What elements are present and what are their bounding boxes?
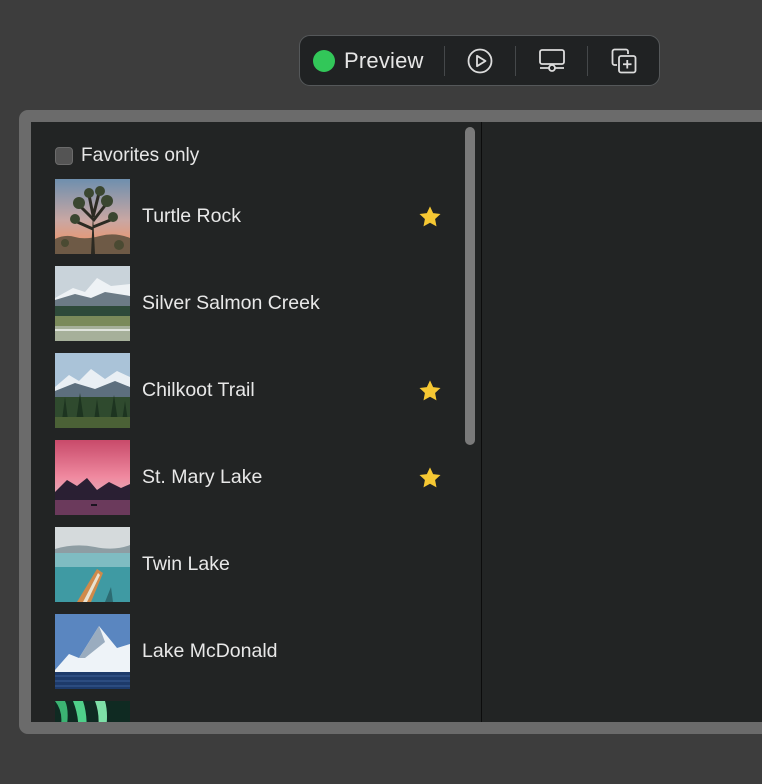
star-icon xyxy=(419,205,441,226)
landmark-name: Silver Salmon Creek xyxy=(142,292,320,314)
landmark-row[interactable]: Twin Lake xyxy=(55,527,445,602)
landmark-name: Turtle Rock xyxy=(142,205,241,227)
landmark-thumbnail xyxy=(55,614,130,689)
landmark-name: Chilkoot Trail xyxy=(142,379,255,401)
landmark-row[interactable]: Chilkoot Trail xyxy=(55,353,445,428)
landmark-row[interactable]: Lake McDonald xyxy=(55,614,445,689)
device-settings-icon xyxy=(538,48,565,72)
landmark-name: St. Mary Lake xyxy=(142,466,263,488)
landmark-detail-pane xyxy=(482,122,762,722)
landmark-row[interactable]: Turtle Rock xyxy=(55,179,445,254)
preview-toolbar: Preview xyxy=(299,35,660,86)
star-icon xyxy=(419,379,441,400)
landmark-row[interactable] xyxy=(55,701,445,722)
favorites-checkbox[interactable] xyxy=(55,147,73,165)
landmark-name: Twin Lake xyxy=(142,553,230,575)
preview-label: Preview xyxy=(344,47,424,73)
preview-on-device-button[interactable] xyxy=(516,36,587,85)
landmark-list-sidebar[interactable]: Favorites only Turtle Rock Silver Salmon… xyxy=(31,122,481,722)
preview-button[interactable]: Preview xyxy=(300,36,444,85)
landmark-thumbnail xyxy=(55,353,130,428)
play-circle-icon xyxy=(467,48,493,73)
live-preview-button[interactable] xyxy=(445,36,516,85)
landmark-thumbnail xyxy=(55,701,130,722)
sidebar-scrollbar[interactable] xyxy=(465,127,475,445)
duplicate-icon xyxy=(611,48,637,73)
duplicate-preview-button[interactable] xyxy=(588,36,659,85)
landmark-thumbnail xyxy=(55,266,130,341)
favorites-only-toggle[interactable]: Favorites only xyxy=(55,144,199,168)
landmark-thumbnail xyxy=(55,179,130,254)
preview-screen: Favorites only Turtle Rock Silver Salmon… xyxy=(31,122,762,722)
landmark-row[interactable]: St. Mary Lake xyxy=(55,440,445,515)
favorites-label: Favorites only xyxy=(81,145,200,166)
live-status-indicator xyxy=(313,49,335,72)
landmark-row[interactable]: Silver Salmon Creek xyxy=(55,266,445,341)
landmark-thumbnail xyxy=(55,440,130,515)
landmark-thumbnail xyxy=(55,527,130,602)
star-icon xyxy=(419,466,441,487)
landmark-name: Lake McDonald xyxy=(142,640,278,662)
